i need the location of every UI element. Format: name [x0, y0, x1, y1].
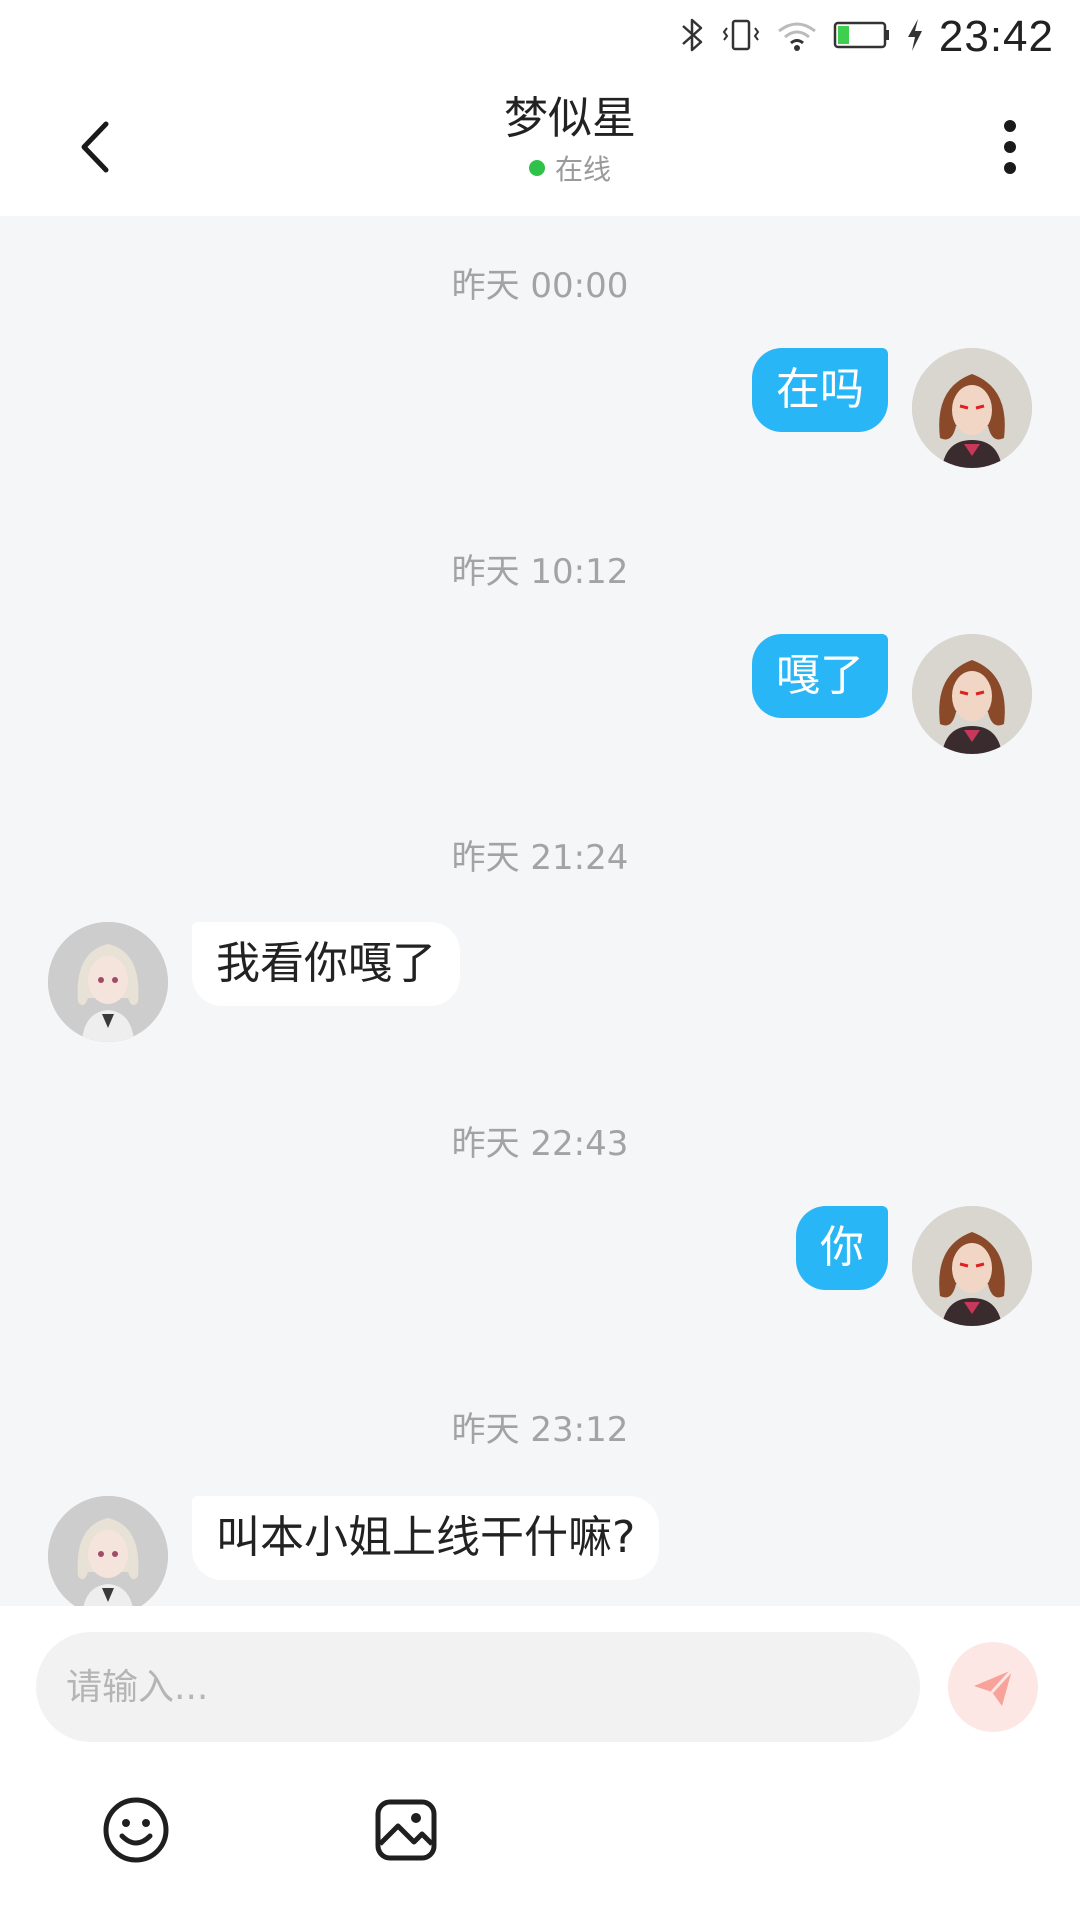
image-button[interactable] [368, 1792, 444, 1868]
battery-icon [833, 18, 891, 56]
send-button[interactable] [948, 1642, 1038, 1732]
self-avatar-image [912, 348, 1032, 468]
avatar[interactable] [912, 634, 1032, 754]
message-timestamp: 昨天 23:12 [451, 1410, 629, 1450]
message-bubble[interactable]: 叫本小姐上线干什嘛? [192, 1496, 660, 1580]
chat-screen: 23:42 梦似星 在线 昨天 00:00 在吗 昨天 10:12 嘎了 昨天 … [0, 0, 1080, 1920]
message-timestamp: 昨天 10:12 [451, 552, 629, 592]
self-avatar-image [912, 634, 1032, 754]
charging-icon [905, 15, 925, 59]
contact-avatar-image [48, 1496, 168, 1606]
online-dot-icon [528, 160, 545, 176]
more-button[interactable] [980, 114, 1040, 180]
online-status: 在线 [528, 148, 611, 188]
emoji-smile-icon [103, 1797, 169, 1863]
avatar[interactable] [912, 1206, 1032, 1326]
page-title: 梦似星 [504, 93, 636, 144]
more-dot [1004, 141, 1016, 153]
more-vertical-icon [1004, 120, 1016, 132]
title-block: 梦似星 在线 [0, 92, 1080, 188]
self-avatar-image [912, 1206, 1032, 1326]
message-bubble[interactable]: 在吗 [752, 348, 888, 432]
avatar[interactable] [912, 348, 1032, 468]
more-dot [1004, 162, 1016, 174]
chat-header: 梦似星 在线 [0, 74, 1080, 216]
message-timestamp: 昨天 22:43 [451, 1124, 629, 1164]
status-icons: 23:42 [677, 12, 1054, 62]
status-bar: 23:42 [0, 0, 1080, 74]
message-timestamp: 昨天 21:24 [451, 838, 629, 878]
contact-avatar-image [48, 922, 168, 1042]
bluetooth-icon [677, 15, 707, 59]
online-status-label: 在线 [554, 153, 611, 186]
emoji-button[interactable] [98, 1792, 174, 1868]
input-panel [0, 1606, 1080, 1920]
status-time: 23:42 [938, 12, 1054, 61]
message-bubble[interactable]: 你 [796, 1206, 888, 1290]
wifi-icon [775, 15, 819, 59]
avatar[interactable] [48, 922, 168, 1042]
message-bubble[interactable]: 嘎了 [752, 634, 888, 718]
send-icon [974, 1668, 1014, 1706]
message-bubble[interactable]: 我看你嘎了 [192, 922, 460, 1006]
message-input[interactable] [36, 1632, 920, 1742]
avatar[interactable] [48, 1496, 168, 1606]
message-list[interactable]: 昨天 00:00 在吗 昨天 10:12 嘎了 昨天 21:24 我看你嘎了 昨… [0, 216, 1080, 1606]
image-icon [375, 1799, 437, 1861]
message-timestamp: 昨天 00:00 [451, 266, 629, 306]
vibrate-icon [721, 15, 761, 59]
